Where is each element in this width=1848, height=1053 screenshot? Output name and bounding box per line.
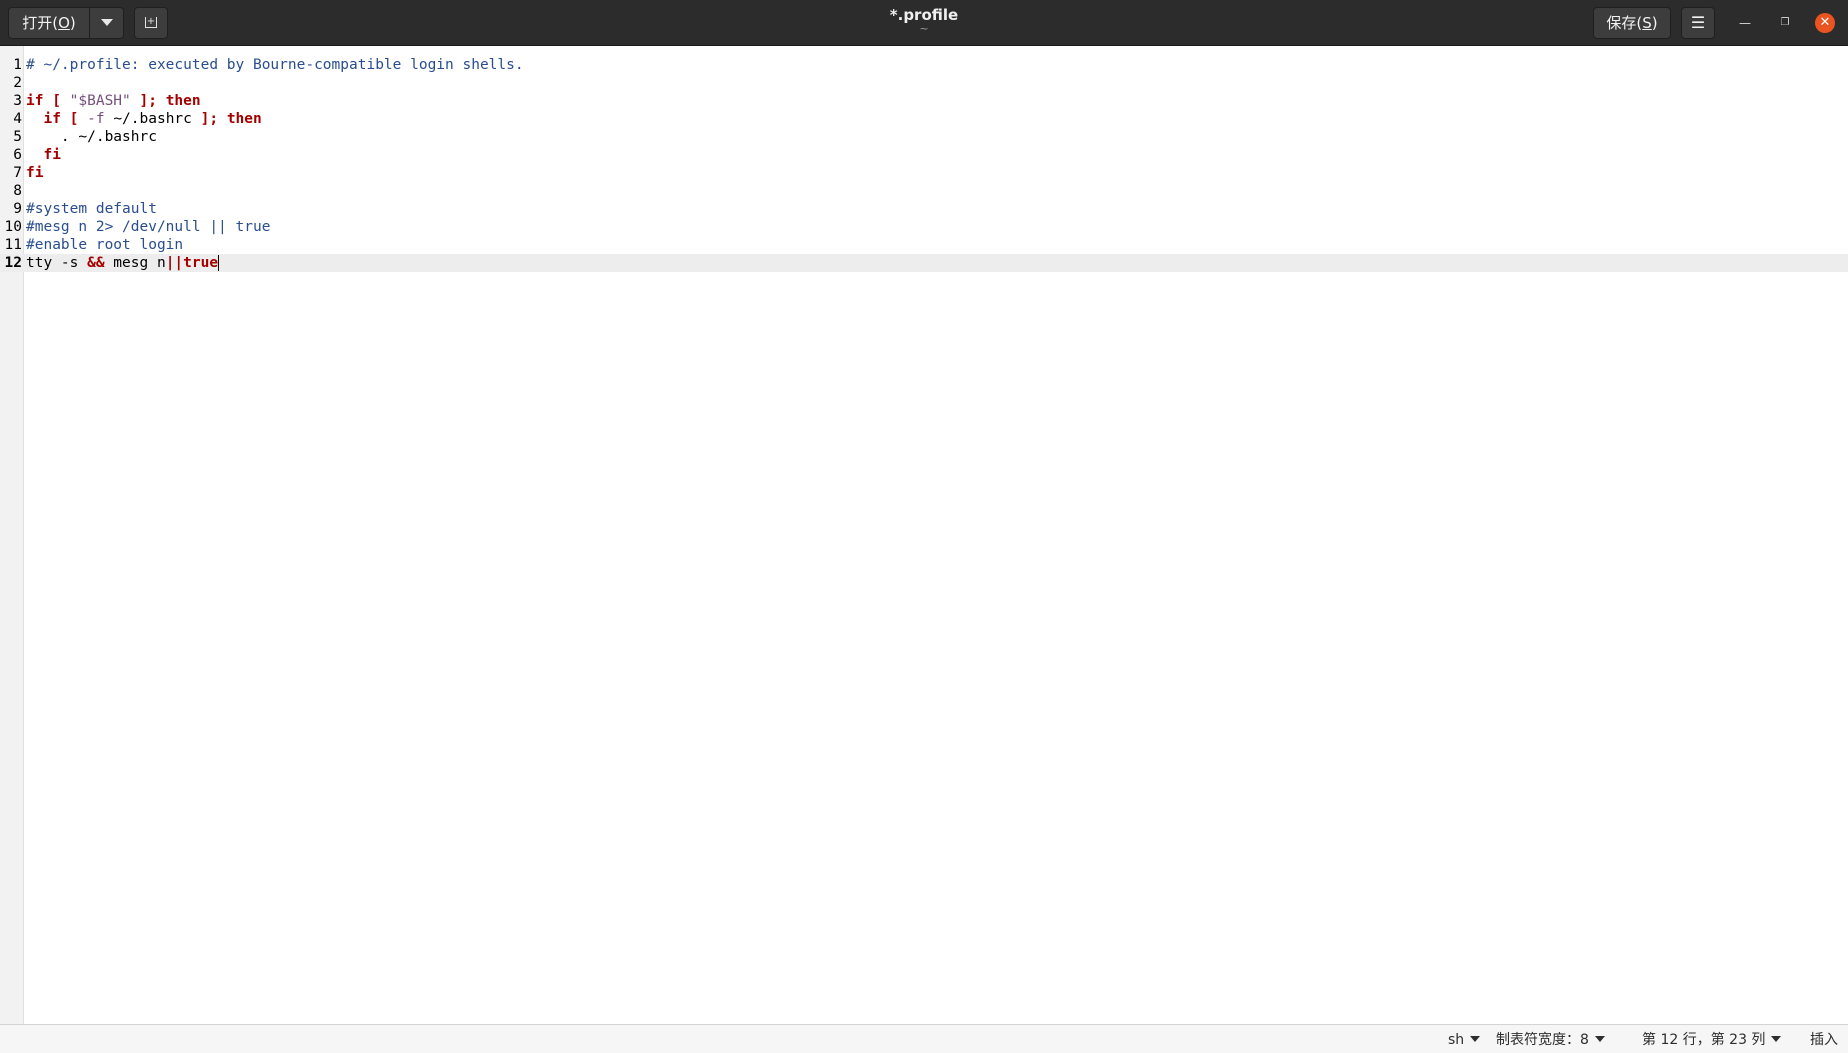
close-icon: ✕ xyxy=(1819,15,1831,30)
code-token: mesg n xyxy=(104,255,166,271)
line-number: 9 xyxy=(13,201,22,217)
code-line[interactable]: 4 if [ -f ~/.bashrc ]; then xyxy=(0,110,1848,128)
save-button[interactable]: 保存(S) xyxy=(1593,7,1671,39)
code-line[interactable]: 8 xyxy=(0,182,1848,200)
cursor-position-label: 第 12 行，第 23 列 xyxy=(1642,1032,1766,1048)
status-bar: sh 制表符宽度：8 第 12 行，第 23 列 插入 xyxy=(0,1024,1848,1053)
line-text: #system default xyxy=(26,200,157,218)
code-token: # ~/.profile: executed by Bourne-compati… xyxy=(26,57,524,73)
chevron-down-icon xyxy=(1470,1036,1481,1042)
open-button[interactable]: 打开(O) xyxy=(8,7,90,39)
code-token: #system default xyxy=(26,201,157,217)
line-number: 2 xyxy=(13,75,22,91)
code-line[interactable]: 5 . ~/.bashrc xyxy=(0,128,1848,146)
line-text: if [ -f ~/.bashrc ]; then xyxy=(26,110,262,128)
code-line[interactable]: 6 fi xyxy=(0,146,1848,164)
header-bar: 打开(O) + *.profile ~ 保存(S) ☰ — ❐ ✕ xyxy=(0,0,1848,46)
code-line[interactable]: 10 #mesg n 2> /dev/null || true xyxy=(0,218,1848,236)
main-menu-button[interactable]: ☰ xyxy=(1681,7,1715,39)
text-editor-view[interactable]: 1 # ~/.profile: executed by Bourne-compat… xyxy=(0,46,1848,1024)
open-menu-button[interactable] xyxy=(90,7,124,39)
line-number: 10 xyxy=(4,219,22,235)
code-line[interactable]: 3 if [ "$BASH" ]; then xyxy=(0,92,1848,110)
code-token: ~/.bashrc xyxy=(104,111,201,127)
code-line[interactable]: 9 #system default xyxy=(0,200,1848,218)
line-text: . ~/.bashrc xyxy=(26,128,157,146)
text-cursor xyxy=(218,255,220,271)
line-number: 11 xyxy=(4,237,22,253)
line-text: if [ "$BASH" ]; then xyxy=(26,92,201,110)
code-token: #mesg n 2> /dev/null || true xyxy=(26,219,271,235)
close-button[interactable]: ✕ xyxy=(1815,13,1835,33)
tab-width-selector[interactable]: 制表符宽度：8 xyxy=(1496,1030,1605,1050)
cursor-position-selector[interactable]: 第 12 行，第 23 列 xyxy=(1642,1030,1782,1050)
line-number: 7 xyxy=(13,165,22,181)
code-line[interactable]: 1 # ~/.profile: executed by Bourne-compat… xyxy=(0,56,1848,74)
save-label-end: ) xyxy=(1651,14,1658,32)
code-token: ]; then xyxy=(200,111,262,127)
maximize-icon: ❐ xyxy=(1780,17,1790,28)
code-token: -f xyxy=(87,111,105,127)
code-line[interactable]: 11 #enable root login xyxy=(0,236,1848,254)
line-number: 3 xyxy=(13,93,22,109)
chevron-down-icon xyxy=(100,18,113,26)
open-label-end: ) xyxy=(69,14,76,32)
line-text: #mesg n 2> /dev/null || true xyxy=(26,218,270,236)
maximize-button[interactable]: ❐ xyxy=(1775,13,1795,33)
hamburger-icon: ☰ xyxy=(1690,13,1706,32)
code-line[interactable]: 2 xyxy=(0,74,1848,92)
save-label: 保存( xyxy=(1606,14,1643,32)
minimize-icon: — xyxy=(1739,16,1751,30)
chevron-down-icon xyxy=(1594,1036,1605,1042)
code-token: ||true xyxy=(165,255,219,271)
line-text: # ~/.profile: executed by Bourne-compati… xyxy=(26,56,524,74)
language-selector[interactable]: sh xyxy=(1448,1030,1481,1050)
line-number: 12 xyxy=(4,255,22,271)
code-line-current[interactable]: 12 tty -s && mesg n||true xyxy=(0,254,1848,272)
language-label: sh xyxy=(1448,1032,1465,1048)
code-token: tty -s xyxy=(26,255,88,271)
line-text: tty -s && mesg n||true xyxy=(26,254,220,272)
new-document-button[interactable]: + xyxy=(134,7,168,39)
line-text: fi xyxy=(26,164,43,182)
line-number: 4 xyxy=(13,111,22,127)
code-token: && xyxy=(87,255,105,271)
code-line[interactable]: 7 fi xyxy=(0,164,1848,182)
line-number: 1 xyxy=(13,57,22,73)
insert-mode-label: 插入 xyxy=(1810,1032,1838,1048)
code-token: . ~/.bashrc xyxy=(26,129,157,145)
new-tab-icon: + xyxy=(145,16,157,28)
tab-width-label: 制表符宽度：8 xyxy=(1496,1032,1589,1048)
line-text: #enable root login xyxy=(26,236,183,254)
line-number: 6 xyxy=(13,147,22,163)
line-text: fi xyxy=(26,146,61,164)
line-number: 5 xyxy=(13,129,22,145)
code-token: if [ xyxy=(43,111,79,127)
insert-mode-indicator[interactable]: 插入 xyxy=(1810,1030,1838,1050)
window-title-area: *.profile ~ xyxy=(824,6,1024,34)
minimize-button[interactable]: — xyxy=(1735,13,1755,33)
open-label: 打开( xyxy=(22,14,59,32)
code-token: fi xyxy=(26,165,44,181)
code-token: "$BASH" xyxy=(69,93,131,109)
code-token: fi xyxy=(43,147,61,163)
code-token: ]; then xyxy=(139,93,201,109)
code-token: if [ xyxy=(26,93,61,109)
open-mnemonic: O xyxy=(58,14,70,32)
chevron-down-icon xyxy=(1771,1036,1782,1042)
line-number: 8 xyxy=(13,183,22,199)
code-token: #enable root login xyxy=(26,237,184,253)
save-mnemonic: S xyxy=(1642,14,1652,32)
window-subtitle: ~ xyxy=(919,22,929,35)
